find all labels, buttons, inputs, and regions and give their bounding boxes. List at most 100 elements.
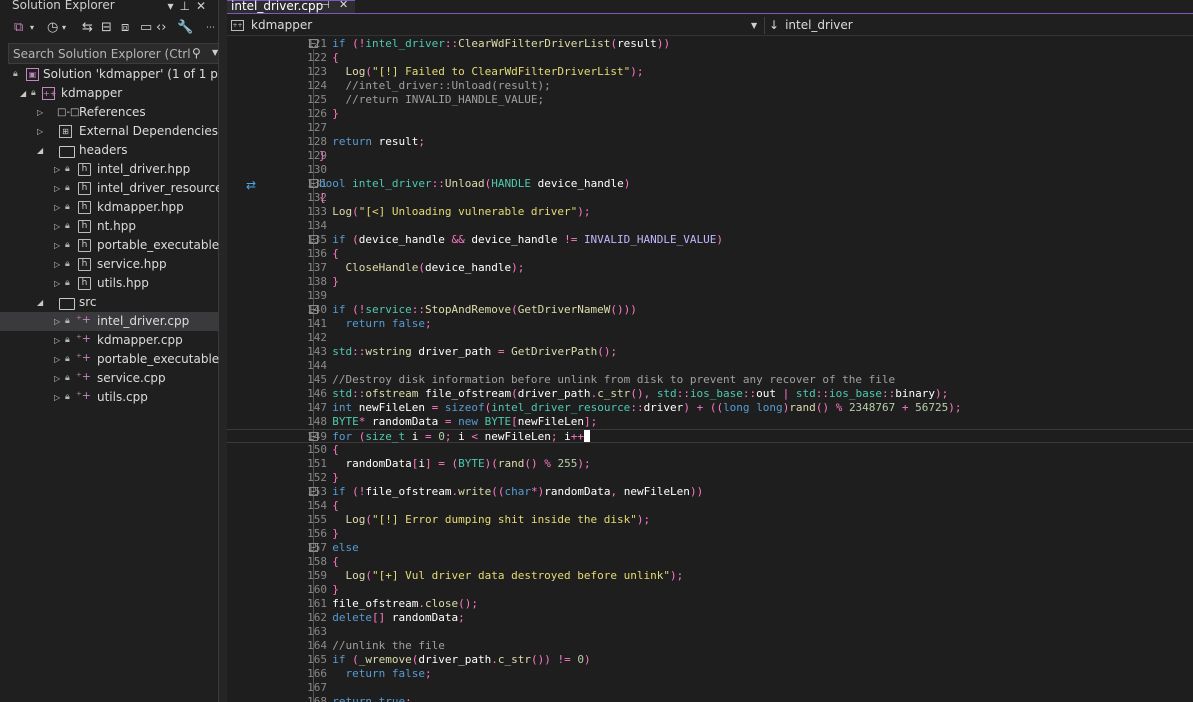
code-line[interactable]: 150 {: [227, 443, 1193, 457]
code-text[interactable]: }: [319, 583, 339, 597]
search-box[interactable]: ⚲ ▼: [8, 43, 219, 64]
code-text[interactable]: else: [319, 541, 359, 555]
code-line[interactable]: 126 }: [227, 107, 1193, 121]
code-line[interactable]: 130: [227, 163, 1193, 177]
panel-splitter[interactable]: [219, 0, 227, 702]
code-line[interactable]: 143 std::wstring driver_path = GetDriver…: [227, 345, 1193, 359]
code-text[interactable]: return result;: [319, 135, 425, 149]
code-text[interactable]: file_ofstream.close();: [319, 597, 478, 611]
tree-item-file[interactable]: ▷ 🔒︎ h portable_executable.hpp: [0, 236, 219, 255]
code-text[interactable]: Log("[!] Failed to ClearWdFilterDriverLi…: [319, 65, 644, 79]
collapsed-arrow-icon[interactable]: ▷: [54, 274, 60, 293]
code-text[interactable]: }: [319, 471, 339, 485]
tree-item-file[interactable]: ▷ 🔒︎ ⁺+ portable_executable.cpp: [0, 350, 219, 369]
search-dropdown-icon[interactable]: ▼: [212, 48, 218, 57]
code-line[interactable]: 131− bool intel_driver::Unload(HANDLE dev…: [227, 177, 1193, 191]
code-line[interactable]: 128 return result;: [227, 135, 1193, 149]
code-text[interactable]: if (!service::StopAndRemove(GetDriverNam…: [319, 303, 637, 317]
code-line-current[interactable]: 149− for (size_t i = 0; i < newFileLen; …: [227, 429, 1193, 443]
close-panel-icon[interactable]: ✕: [196, 0, 212, 13]
expanded-arrow-icon[interactable]: ◢: [37, 141, 43, 160]
code-line[interactable]: 153− if (!file_ofstream.write((char*)ran…: [227, 485, 1193, 499]
code-line[interactable]: 166 return false;: [227, 667, 1193, 681]
project-dropdown[interactable]: ++ kdmapper ▼: [231, 17, 762, 34]
tree-item-headers-folder[interactable]: ◢ headers: [0, 141, 219, 160]
code-text[interactable]: }: [319, 527, 339, 541]
code-line[interactable]: 137 CloseHandle(device_handle);: [227, 261, 1193, 275]
collapsed-arrow-icon[interactable]: ▷: [54, 179, 60, 198]
code-text[interactable]: Log("[+] Vul driver data destroyed befor…: [319, 569, 684, 583]
code-text[interactable]: //return INVALID_HANDLE_VALUE;: [319, 93, 545, 107]
code-text[interactable]: CloseHandle(device_handle);: [319, 261, 525, 275]
search-input[interactable]: [13, 45, 191, 62]
pending-changes-icon[interactable]: ◷: [47, 20, 58, 36]
code-line[interactable]: 151 randomData[i] = (BYTE)(rand() % 255)…: [227, 457, 1193, 471]
search-icon[interactable]: ⚲: [192, 46, 201, 60]
expanded-arrow-icon[interactable]: ◢: [20, 84, 26, 103]
code-text[interactable]: {: [319, 443, 339, 457]
tree-item-references[interactable]: ▷ □-□ References: [0, 103, 219, 122]
collapsed-arrow-icon[interactable]: ▷: [37, 122, 43, 141]
code-text[interactable]: if (!file_ofstream.write((char*)randomDa…: [319, 485, 703, 499]
code-line[interactable]: 123 Log("[!] Failed to ClearWdFilterDriv…: [227, 65, 1193, 79]
code-line[interactable]: 136 {: [227, 247, 1193, 261]
code-text[interactable]: {: [319, 191, 326, 205]
code-text[interactable]: //intel_driver::Unload(result);: [319, 79, 551, 93]
pin-icon[interactable]: ⊥: [179, 0, 195, 13]
code-line[interactable]: 141 return false;: [227, 317, 1193, 331]
collapse-region-icon[interactable]: −: [309, 179, 318, 188]
tree-item-solution[interactable]: 🔒︎ ▣ Solution 'kdmapper' (1 of 1 project…: [0, 65, 219, 84]
tree-item-external-dependencies[interactable]: ▷ ⊞ External Dependencies: [0, 122, 219, 141]
tree-item-src-folder[interactable]: ◢ src: [0, 293, 219, 312]
tree-item-file[interactable]: ▷ 🔒︎ h intel_driver.hpp: [0, 160, 219, 179]
code-line[interactable]: 121− if (!intel_driver::ClearWdFilterDri…: [227, 37, 1193, 51]
collapsed-arrow-icon[interactable]: ▷: [54, 198, 60, 217]
collapse-region-icon[interactable]: −: [309, 487, 318, 496]
collapse-region-icon[interactable]: −: [309, 305, 318, 314]
code-text[interactable]: if (device_handle && device_handle != IN…: [319, 233, 723, 247]
panel-menu-icon[interactable]: ▾: [167, 0, 179, 13]
code-line[interactable]: 167: [227, 681, 1193, 695]
tree-item-file[interactable]: ▷ 🔒︎ ⁺+ utils.cpp: [0, 388, 219, 407]
code-text[interactable]: //unlink the file: [319, 639, 445, 653]
tree-item-file[interactable]: ▷ 🔒︎ h intel_driver_resource.hpp: [0, 179, 219, 198]
pin-tab-icon[interactable]: ⊣: [321, 1, 330, 11]
pending-changes-dropdown-icon[interactable]: ▾: [62, 20, 66, 36]
code-line[interactable]: 154 {: [227, 499, 1193, 513]
show-all-files-icon[interactable]: ⧈: [121, 20, 129, 36]
collapse-region-icon[interactable]: −: [309, 39, 318, 48]
code-editor[interactable]: ⇄ 121− if (!intel_driver::ClearWdFilterD…: [227, 37, 1193, 702]
switch-views-dropdown-icon[interactable]: ▾: [30, 20, 34, 36]
expanded-arrow-icon[interactable]: ◢: [37, 293, 43, 312]
tree-item-file[interactable]: ▷ 🔒︎ ⁺+ kdmapper.cpp: [0, 331, 219, 350]
tree-item-project[interactable]: ◢ 🔒︎ ++ kdmapper: [0, 84, 219, 103]
code-text[interactable]: if (_wremove(driver_path.c_str()) != 0): [319, 653, 590, 667]
code-text[interactable]: randomData[i] = (BYTE)(rand() % 255);: [319, 457, 591, 471]
properties-icon[interactable]: ▭: [140, 20, 152, 36]
code-text[interactable]: {: [319, 499, 339, 513]
code-line[interactable]: 132{: [227, 191, 1193, 205]
code-line[interactable]: 127: [227, 121, 1193, 135]
code-text[interactable]: if (!intel_driver::ClearWdFilterDriverLi…: [319, 37, 670, 51]
code-line[interactable]: 164 //unlink the file: [227, 639, 1193, 653]
code-text[interactable]: std::wstring driver_path = GetDriverPath…: [319, 345, 617, 359]
code-line[interactable]: 161 file_ofstream.close();: [227, 597, 1193, 611]
collapsed-arrow-icon[interactable]: ▷: [54, 236, 60, 255]
code-line[interactable]: 152 }: [227, 471, 1193, 485]
code-text[interactable]: }: [319, 275, 339, 289]
collapsed-arrow-icon[interactable]: ▷: [54, 331, 60, 350]
collapsed-arrow-icon[interactable]: ▷: [54, 369, 60, 388]
collapse-region-icon[interactable]: −: [309, 543, 318, 552]
code-text[interactable]: }: [319, 149, 326, 163]
tree-item-file[interactable]: ▷ 🔒︎ h nt.hpp: [0, 217, 219, 236]
code-line[interactable]: 125 //return INVALID_HANDLE_VALUE;: [227, 93, 1193, 107]
code-text[interactable]: BYTE* randomData = new BYTE[newFileLen];: [319, 415, 597, 429]
collapsed-arrow-icon[interactable]: ▷: [54, 350, 60, 369]
code-line[interactable]: 129}: [227, 149, 1193, 163]
code-line[interactable]: 133 Log("[<] Unloading vulnerable driver…: [227, 205, 1193, 219]
more-options-icon[interactable]: ⋯: [206, 20, 215, 36]
code-line[interactable]: 160 }: [227, 583, 1193, 597]
collapse-region-icon[interactable]: −: [309, 235, 318, 244]
code-line[interactable]: 158 {: [227, 555, 1193, 569]
code-text[interactable]: {: [319, 51, 339, 65]
